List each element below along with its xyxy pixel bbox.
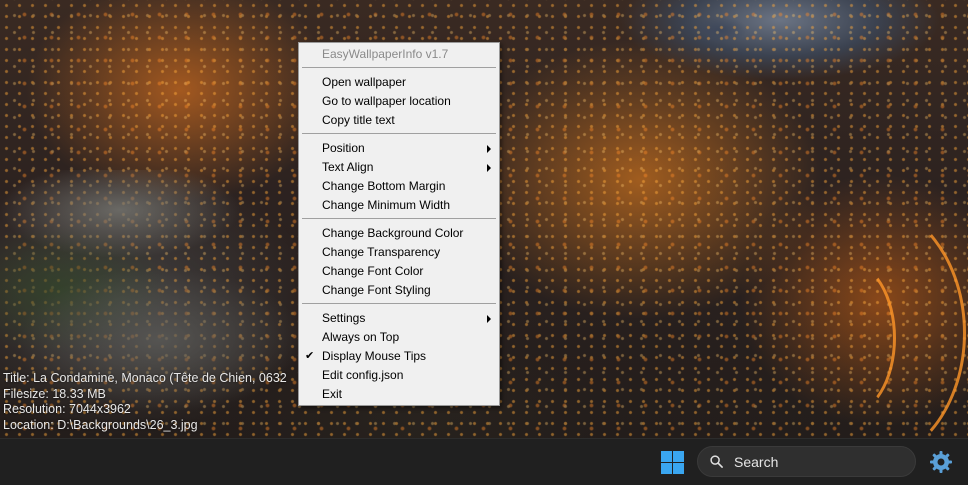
gear-icon[interactable] (929, 450, 953, 474)
menu-item-open-wallpaper[interactable]: Open wallpaper (299, 73, 499, 92)
taskbar-search-box[interactable]: Search (697, 446, 916, 477)
context-menu: EasyWallpaperInfo v1.7 Open wallpaper Go… (298, 42, 500, 406)
wallpaper-filesize: Filesize: 18.33 MB (3, 386, 106, 401)
menu-item-label: Change Minimum Width (322, 198, 451, 212)
submenu-arrow-icon (487, 145, 491, 153)
menu-item-change-bottom-margin[interactable]: Change Bottom Margin (299, 177, 499, 196)
menu-item-label: Settings (322, 311, 366, 325)
menu-item-go-to-location[interactable]: Go to wallpaper location (299, 92, 499, 111)
lit-road (800, 260, 896, 416)
menu-item-exit[interactable]: Exit (299, 385, 499, 404)
menu-item-edit-config[interactable]: Edit config.json (299, 366, 499, 385)
menu-item-display-mouse-tips[interactable]: ✔ Display Mouse Tips (299, 347, 499, 366)
menu-separator (302, 218, 496, 219)
menu-item-label: Display Mouse Tips (322, 349, 427, 363)
menu-separator (302, 303, 496, 304)
menu-separator (302, 67, 496, 68)
menu-item-label: Open wallpaper (322, 75, 407, 89)
menu-item-text-align[interactable]: Text Align (299, 158, 499, 177)
menu-item-label: Copy title text (322, 113, 395, 127)
windows-logo-icon[interactable] (661, 451, 684, 474)
menu-item-change-font-styling[interactable]: Change Font Styling (299, 281, 499, 300)
menu-item-always-on-top[interactable]: Always on Top (299, 328, 499, 347)
menu-item-label: Position (322, 141, 365, 155)
menu-item-label: Change Font Styling (322, 283, 431, 297)
menu-item-label: Change Font Color (322, 264, 424, 278)
menu-item-change-minimum-width[interactable]: Change Minimum Width (299, 196, 499, 215)
menu-item-position[interactable]: Position (299, 139, 499, 158)
menu-item-label: Always on Top (322, 330, 400, 344)
menu-item-settings[interactable]: Settings (299, 309, 499, 328)
menu-item-copy-title[interactable]: Copy title text (299, 111, 499, 130)
wallpaper-resolution: Resolution: 7044x3962 (3, 402, 131, 416)
submenu-arrow-icon (487, 164, 491, 172)
wallpaper-location: Location: D:\Backgrounds\26_3.jpg (3, 417, 198, 432)
menu-header-label: EasyWallpaperInfo v1.7 (322, 47, 449, 61)
submenu-arrow-icon (487, 315, 491, 323)
wallpaper-info-overlay: Title: La Condamine, Monaco (Tête de Chi… (3, 371, 287, 433)
menu-item-label: Edit config.json (322, 368, 404, 382)
menu-item-label: Exit (322, 387, 343, 401)
checkmark-icon: ✔ (305, 350, 315, 362)
search-icon (710, 455, 723, 468)
menu-item-label: Change Bottom Margin (322, 179, 446, 193)
menu-item-label: Text Align (322, 160, 374, 174)
menu-item-change-font-color[interactable]: Change Font Color (299, 262, 499, 281)
menu-item-change-transparency[interactable]: Change Transparency (299, 243, 499, 262)
menu-header: EasyWallpaperInfo v1.7 (299, 45, 499, 64)
menu-item-label: Change Transparency (322, 245, 441, 259)
wallpaper-title: Title: La Condamine, Monaco (Tête de Chi… (3, 371, 287, 385)
menu-item-label: Change Background Color (322, 226, 464, 240)
menu-item-change-background-color[interactable]: Change Background Color (299, 224, 499, 243)
search-label: Search (734, 454, 779, 470)
menu-separator (302, 133, 496, 134)
menu-item-label: Go to wallpaper location (322, 94, 451, 108)
taskbar: Search (0, 438, 968, 485)
